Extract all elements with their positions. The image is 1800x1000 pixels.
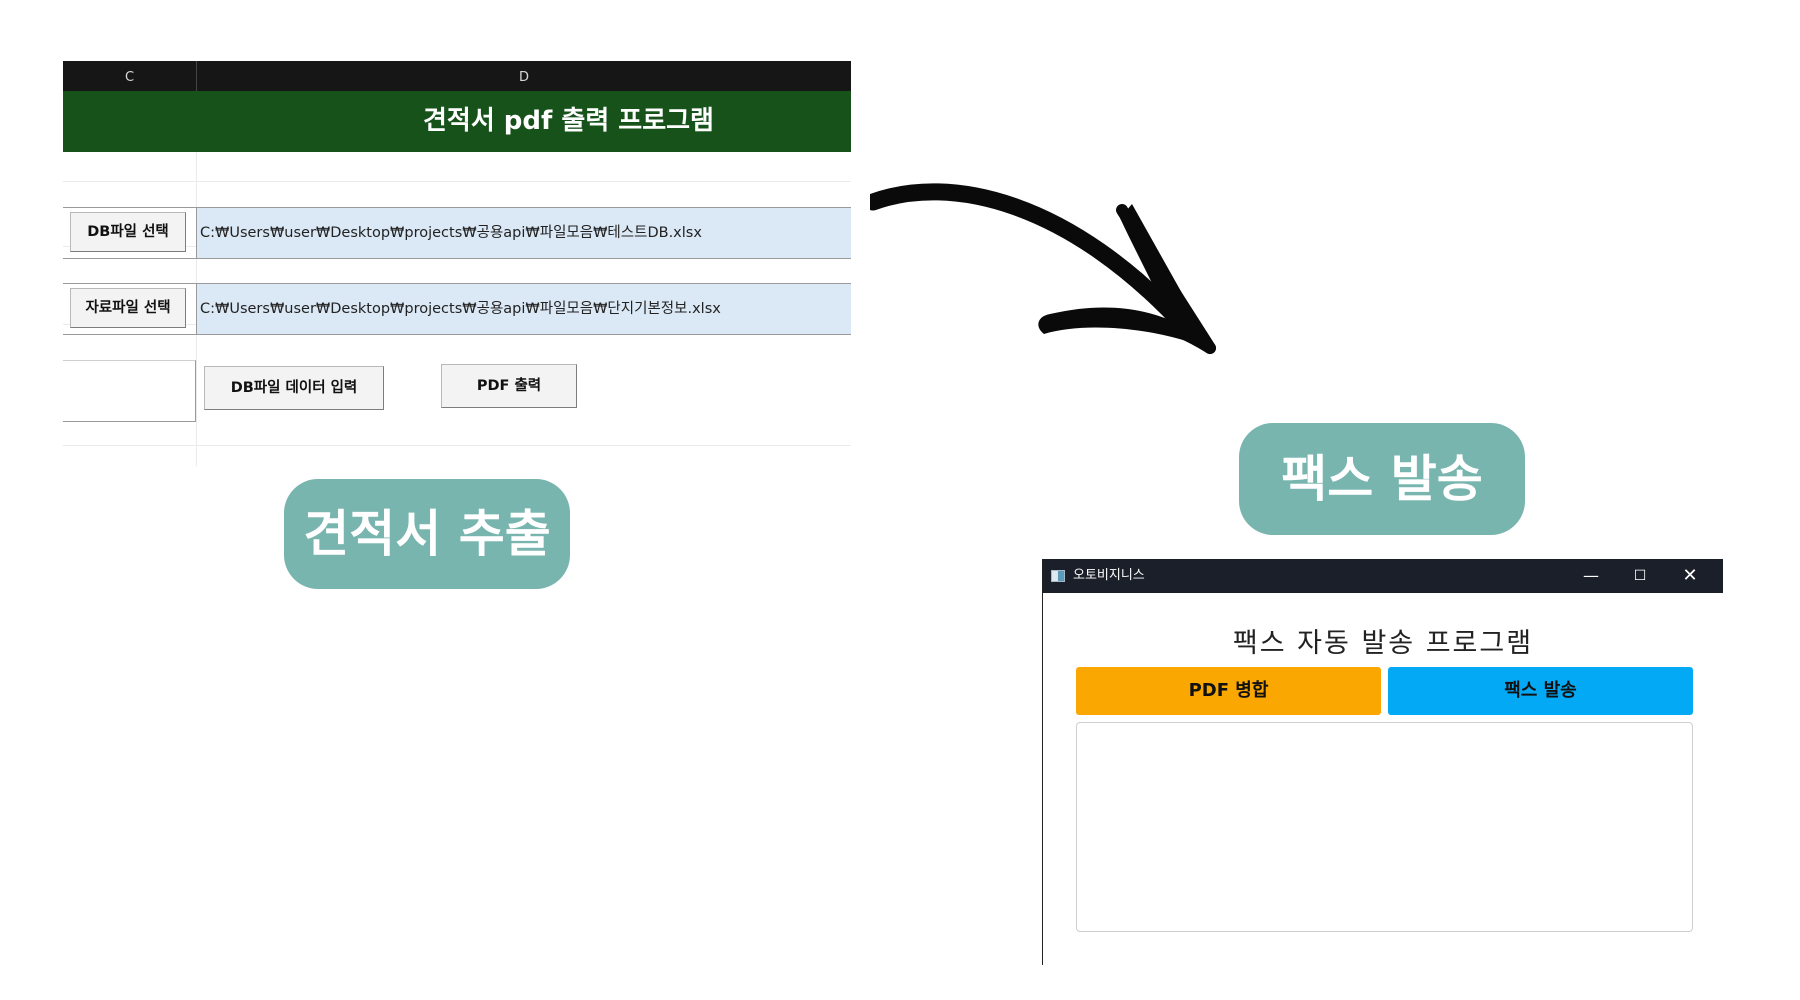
grid-line: [63, 445, 851, 446]
fax-program-window: 오토비지니스 — ☐ ✕ 팩스 자동 발송 프로그램 PDF 병합 팩스 발송: [1042, 559, 1723, 965]
column-header-c[interactable]: C: [63, 61, 197, 91]
sheet-title-banner: 견적서 pdf 출력 프로그램: [63, 91, 851, 152]
maximize-icon[interactable]: ☐: [1620, 559, 1660, 593]
app-icon: [1051, 570, 1065, 582]
minimize-icon[interactable]: —: [1571, 559, 1611, 593]
curved-arrow-icon: [870, 183, 1216, 354]
column-header-bar: C D: [63, 61, 851, 91]
data-file-path-cell[interactable]: C:₩Users₩user₩Desktop₩projects₩공용api₩파일모…: [196, 284, 851, 334]
db-data-input-button[interactable]: DB파일 데이터 입력: [204, 366, 384, 410]
sheet-title: 견적서 pdf 출력 프로그램: [423, 106, 714, 136]
fax-program-heading: 팩스 자동 발송 프로그램: [1232, 628, 1534, 659]
pdf-merge-button[interactable]: PDF 병합: [1076, 667, 1381, 715]
db-file-path-cell[interactable]: C:₩Users₩user₩Desktop₩projects₩공용api₩파일모…: [196, 208, 851, 258]
grid-line: [63, 181, 851, 182]
data-file-select-button[interactable]: 자료파일 선택: [70, 288, 186, 328]
pdf-output-button[interactable]: PDF 출력: [441, 364, 577, 408]
window-titlebar[interactable]: 오토비지니스 — ☐ ✕: [1043, 559, 1723, 593]
fax-label-pill: 팩스 발송: [1239, 423, 1525, 535]
fax-send-button[interactable]: 팩스 발송: [1388, 667, 1693, 715]
extract-label-pill: 견적서 추출: [284, 479, 570, 589]
window-title: 오토비지니스: [1073, 568, 1145, 583]
close-icon[interactable]: ✕: [1670, 559, 1710, 593]
empty-cell[interactable]: [63, 360, 196, 422]
log-textarea[interactable]: [1076, 722, 1693, 932]
excel-sheet: C D 견적서 pdf 출력 프로그램 C:₩Users₩user₩Deskto…: [63, 61, 851, 466]
column-header-d[interactable]: D: [197, 61, 851, 91]
db-file-select-button[interactable]: DB파일 선택: [70, 212, 186, 252]
